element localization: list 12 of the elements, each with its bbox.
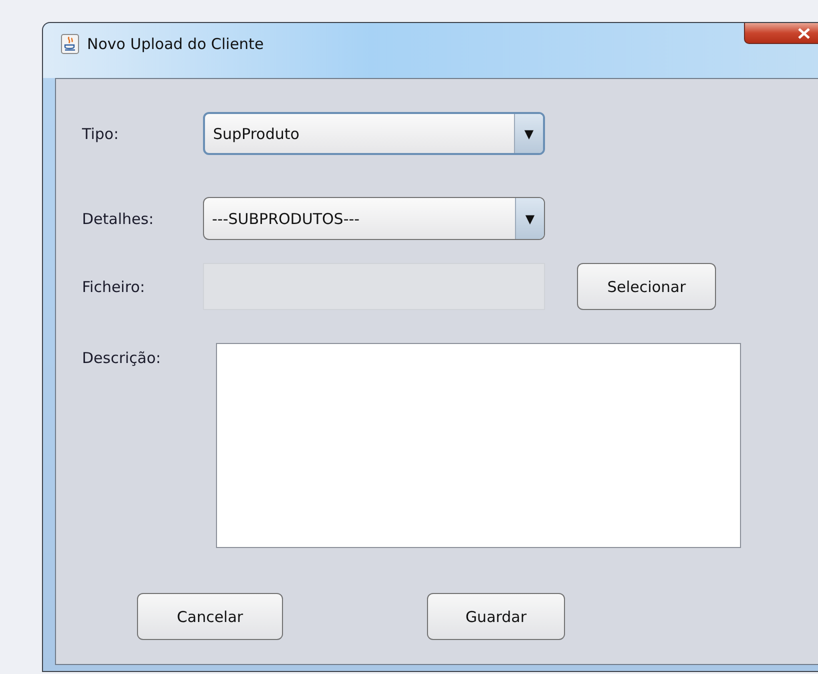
field-label: Descrição: [82, 349, 162, 367]
field-label: Tipo: [82, 124, 120, 142]
cancel-button[interactable]: Cancelar [137, 593, 283, 640]
save-button[interactable]: Guardar [427, 593, 565, 640]
window-title: Novo Upload do Cliente [87, 34, 264, 55]
field-label: Ficheiro: [82, 278, 146, 296]
details-dropdown[interactable]: ---SUBPRODUTOS--- ▼ [203, 197, 545, 240]
type-dropdown[interactable]: SupProduto ▼ [203, 112, 545, 155]
java-cup-icon [61, 34, 79, 54]
close-icon [797, 28, 811, 38]
field-label: Detalhes: [82, 210, 155, 228]
description-field[interactable] [216, 343, 741, 548]
